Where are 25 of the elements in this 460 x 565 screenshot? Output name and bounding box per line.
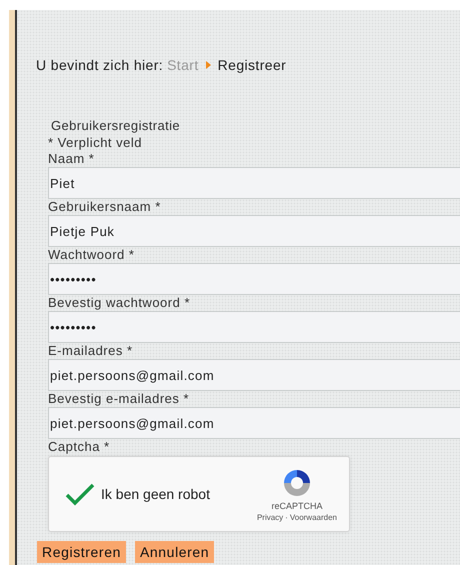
field-label: E-mailadres * bbox=[48, 343, 133, 359]
footer-link[interactable]: Privacy bbox=[256, 512, 284, 522]
breadcrumb-prefix: U bevindt zich hier: bbox=[36, 57, 164, 73]
form-title: Gebruikersregistratie bbox=[51, 118, 182, 133]
input-field[interactable]: piet.persoons@gmail.com bbox=[48, 359, 460, 391]
breadcrumb-link[interactable]: Registreer bbox=[218, 57, 286, 73]
field-label: Gebruikersnaam * bbox=[48, 199, 161, 215]
recaptcha-brand: reCAPTCHA bbox=[271, 500, 322, 510]
link-separator: · bbox=[285, 512, 288, 522]
required-note: * Verplicht veld bbox=[48, 135, 142, 151]
field-label: Naam * bbox=[48, 151, 94, 167]
footer-link[interactable]: Voorwaarden bbox=[290, 512, 337, 522]
form-button[interactable]: Registreren bbox=[37, 541, 126, 563]
input-field[interactable]: ••••••••• bbox=[48, 311, 460, 343]
input-field[interactable]: Piet bbox=[48, 167, 460, 199]
field-label: Wachtwoord * bbox=[48, 247, 134, 263]
captcha-label: Ik ben geen robot bbox=[101, 486, 211, 502]
chevron-icon bbox=[206, 61, 211, 69]
form-button[interactable]: Annuleren bbox=[134, 541, 214, 563]
input-field[interactable]: Pietje Puk bbox=[48, 215, 460, 247]
input-field[interactable]: ••••••••• bbox=[48, 263, 460, 295]
input-field[interactable]: piet.persoons@gmail.com bbox=[48, 407, 460, 439]
field-label: Bevestig e-mailadres * bbox=[48, 391, 190, 407]
field-label: Bevestig wachtwoord * bbox=[48, 295, 190, 311]
field-label: Captcha * bbox=[48, 439, 110, 455]
